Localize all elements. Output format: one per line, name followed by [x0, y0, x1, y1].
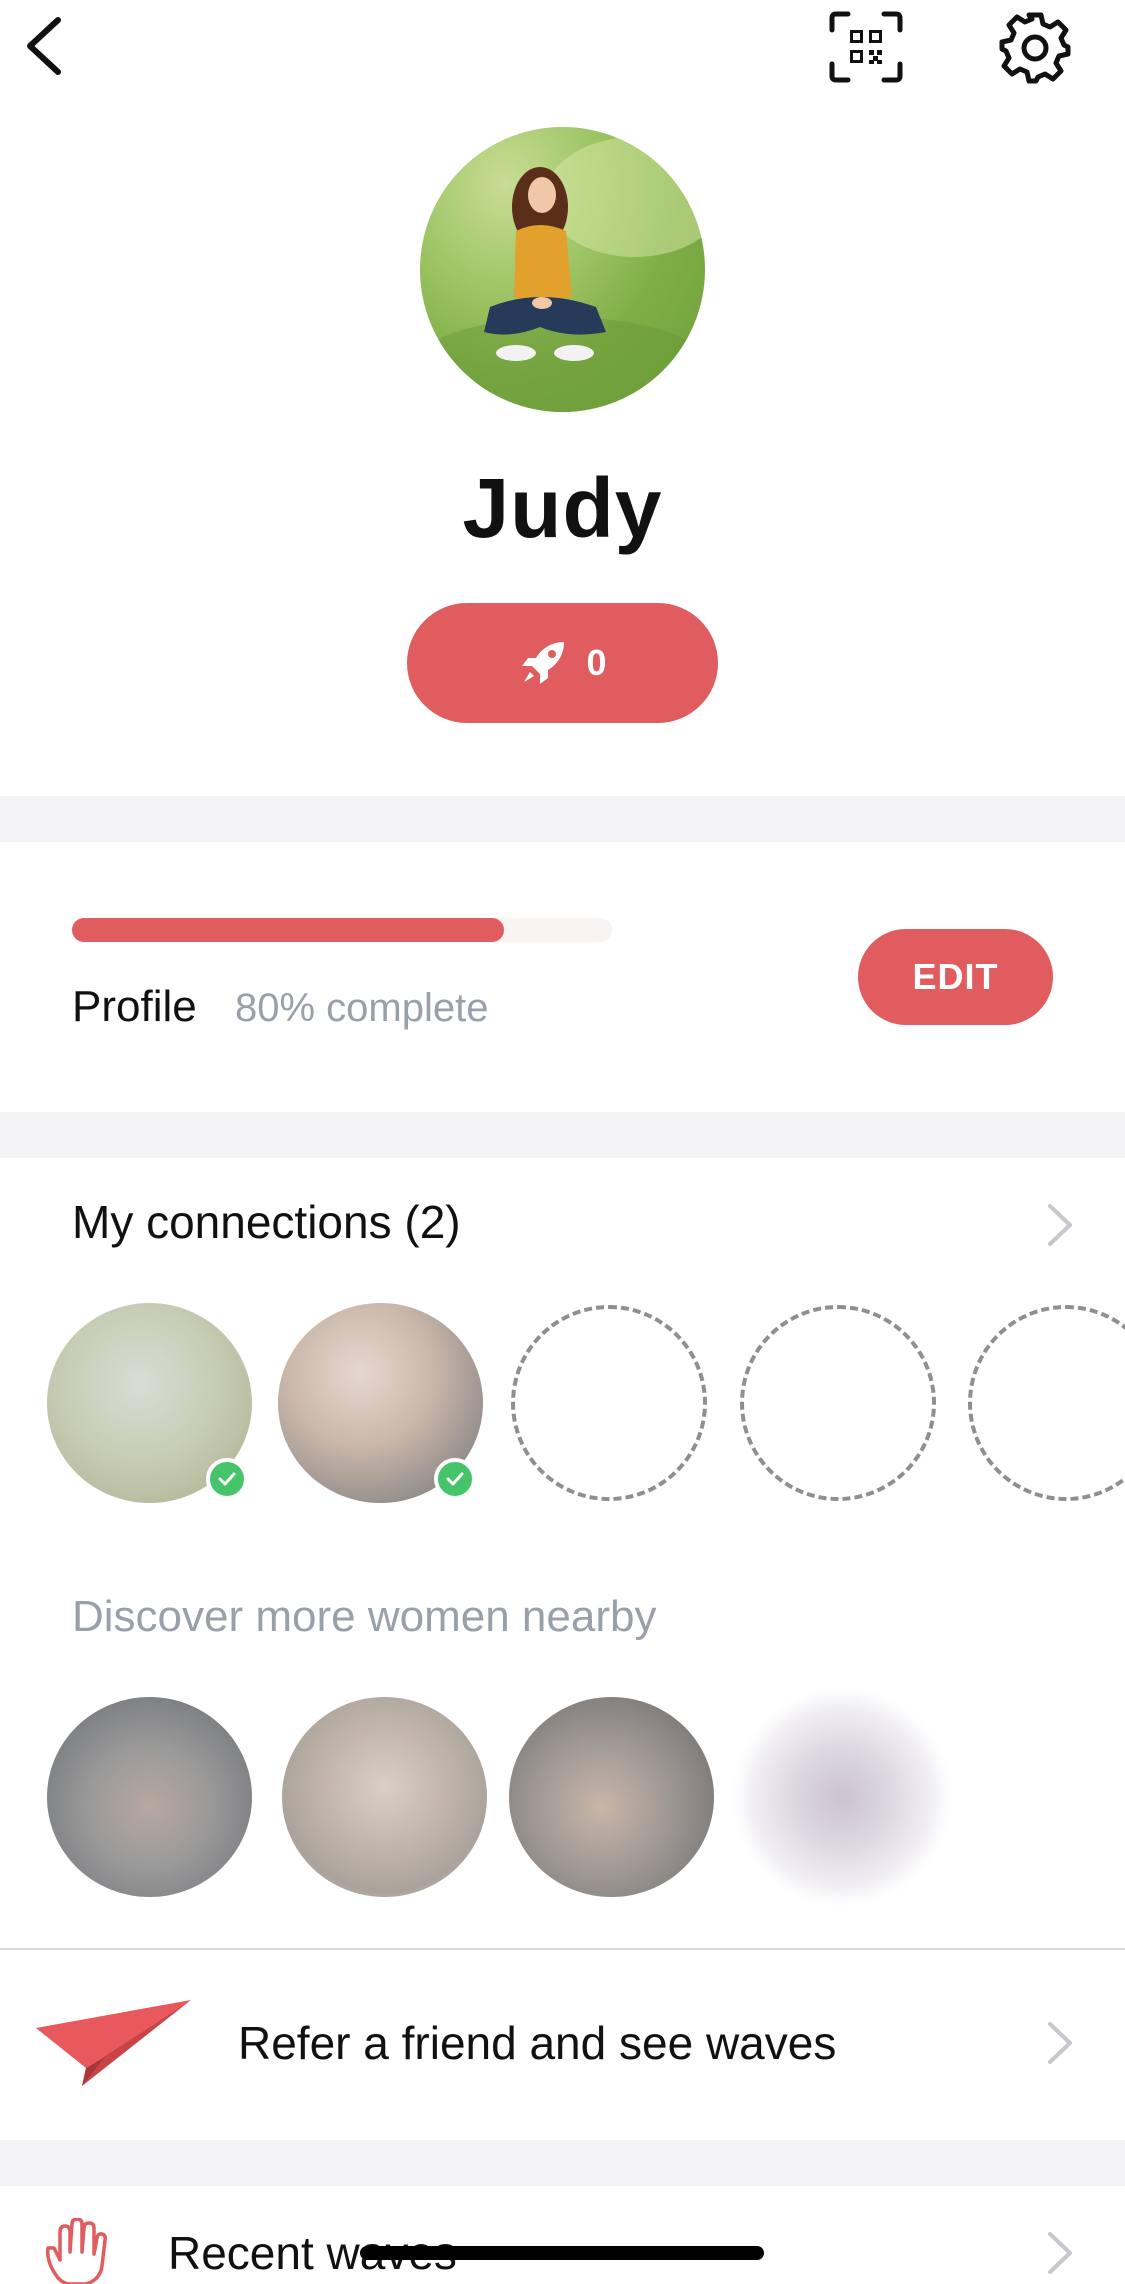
qr-code-button[interactable]: [828, 10, 904, 84]
profile-progress-fill: [72, 918, 504, 942]
section-separator: [0, 1112, 1125, 1158]
home-indicator[interactable]: [360, 2246, 764, 2260]
boost-button[interactable]: 0: [407, 603, 718, 723]
nearby-avatar[interactable]: [47, 1697, 252, 1897]
empty-connection-slot[interactable]: [511, 1305, 707, 1501]
gear-icon: [999, 12, 1071, 84]
section-separator: [0, 2140, 1125, 2186]
nearby-avatar[interactable]: [282, 1697, 487, 1897]
chevron-right-icon: [1048, 2232, 1072, 2274]
check-icon: [206, 1458, 248, 1500]
profile-name: Judy: [462, 461, 663, 555]
chevron-right-icon: [1048, 2022, 1072, 2064]
settings-button[interactable]: [995, 8, 1075, 88]
hand-wave-icon: [45, 2218, 107, 2284]
rocket-icon: [522, 642, 565, 684]
back-button[interactable]: [14, 10, 78, 80]
check-icon: [434, 1458, 476, 1500]
paper-plane-icon: [36, 2000, 191, 2086]
refer-friend-label: Refer a friend and see waves: [238, 2017, 837, 2069]
empty-connection-slot[interactable]: [968, 1305, 1125, 1501]
chevron-right-icon[interactable]: [1042, 1200, 1078, 1250]
nearby-avatar[interactable]: [509, 1697, 714, 1897]
edit-profile-button[interactable]: EDIT: [858, 929, 1053, 1025]
nearby-avatar[interactable]: [742, 1697, 942, 1897]
discover-title: Discover more women nearby: [72, 1592, 657, 1641]
profile-avatar[interactable]: [420, 127, 705, 412]
connections-title[interactable]: My connections (2): [72, 1195, 461, 1249]
back-arrow-icon: [27, 17, 61, 75]
profile-progress-bar: [72, 918, 612, 942]
section-separator: [0, 796, 1125, 842]
profile-completion-percent: 80% complete: [235, 986, 489, 1030]
boost-count: 0: [586, 642, 607, 683]
qr-code-icon: [829, 11, 903, 83]
empty-connection-slot[interactable]: [740, 1305, 936, 1501]
profile-photo: [420, 137, 705, 412]
profile-completion-label: Profile: [72, 982, 197, 1031]
